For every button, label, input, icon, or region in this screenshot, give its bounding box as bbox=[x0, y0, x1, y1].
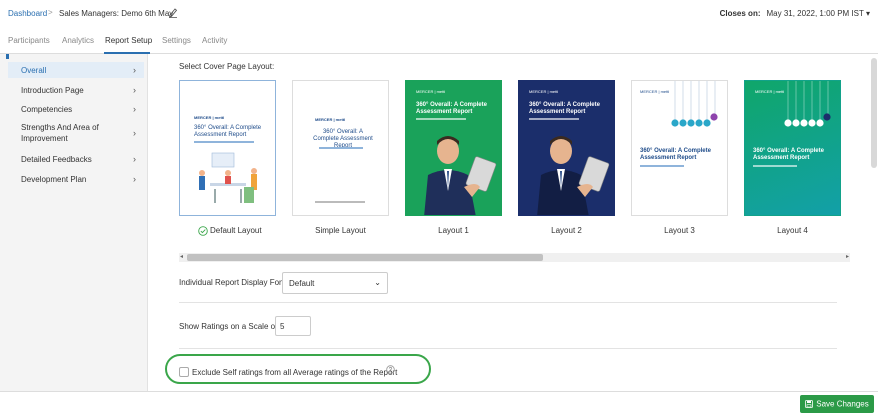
report-setup-panel: Select Cover Page Layout: MERCER | mettl… bbox=[162, 54, 852, 391]
layout-card-2[interactable]: MERCER | mettl 360° Overall: A Complete … bbox=[518, 80, 615, 216]
cover-subtitle-line bbox=[753, 165, 797, 167]
cover-logos: MERCER | mettl bbox=[640, 89, 670, 94]
scrollbar-thumb[interactable] bbox=[187, 254, 543, 261]
section-divider bbox=[179, 348, 837, 349]
cover-layout-label: Select Cover Page Layout: bbox=[179, 62, 275, 71]
exclude-self-ratings-checkbox[interactable] bbox=[179, 367, 189, 377]
chevron-right-icon: › bbox=[133, 65, 136, 75]
layout-card-3[interactable]: MERCER | mettl 360° Overall: A Complete … bbox=[631, 80, 728, 216]
closes-on-label: Closes on: bbox=[719, 9, 761, 18]
chevron-right-icon: › bbox=[133, 128, 136, 138]
closes-on-value: May 31, 2022, 1:00 PM IST bbox=[766, 9, 864, 18]
sidebar-item-label: Competencies bbox=[21, 105, 73, 114]
display-font-label: Individual Report Display Font: bbox=[179, 278, 288, 287]
layout-label-default: Default Layout bbox=[210, 226, 262, 235]
layout-label-3: Layout 3 bbox=[664, 226, 695, 235]
display-font-value: Default bbox=[289, 279, 315, 288]
chevron-right-icon: › bbox=[133, 174, 136, 184]
top-bar: Dashboard > Sales Managers: Demo 6th May… bbox=[0, 0, 878, 28]
cover-logos: MERCER | mettl bbox=[529, 89, 559, 94]
tab-activity[interactable]: Activity bbox=[202, 36, 227, 45]
tab-report-setup[interactable]: Report Setup bbox=[105, 36, 152, 45]
cover-title: 360° Overall: A Complete Assessment Repo… bbox=[640, 148, 711, 161]
sidebar-item-introduction-page[interactable]: Introduction Page › bbox=[8, 82, 144, 98]
report-sections-sidebar: Overall › Introduction Page › Competenci… bbox=[0, 54, 148, 391]
cover-subtitle-line bbox=[416, 118, 466, 120]
cover-title: 360° Overall: A Complete Assessment Repo… bbox=[194, 125, 262, 138]
cover-title: 360° Overall: A Complete Assessment Repo… bbox=[753, 148, 824, 161]
layout-label-simple: Simple Layout bbox=[315, 226, 366, 235]
layout-card-4[interactable]: MERCER | mettl 360° Overall: A Complete … bbox=[744, 80, 841, 216]
sidebar-item-detailed-feedbacks[interactable]: Detailed Feedbacks › bbox=[8, 151, 144, 167]
breadcrumb-separator: > bbox=[48, 8, 53, 17]
bottom-action-bar: Save Changes bbox=[0, 391, 878, 415]
tab-settings[interactable]: Settings bbox=[162, 36, 191, 45]
chevron-right-icon: › bbox=[133, 154, 136, 164]
businessman-photo-icon bbox=[537, 136, 610, 215]
sidebar-active-accent bbox=[6, 54, 9, 59]
tab-analytics[interactable]: Analytics bbox=[62, 36, 94, 45]
sidebar-item-label: Strengths And Area of Improvement bbox=[21, 123, 99, 143]
scroll-left-arrow-icon[interactable]: ◂ bbox=[180, 253, 183, 260]
save-changes-button[interactable]: Save Changes bbox=[800, 395, 874, 413]
layout-label-1: Layout 1 bbox=[438, 226, 469, 235]
rating-scale-input[interactable] bbox=[275, 316, 311, 336]
chevron-down-icon: ▾ bbox=[865, 9, 870, 18]
tab-bar: Participants Analytics Report Setup Sett… bbox=[0, 28, 878, 54]
pendulum-graphic-icon bbox=[671, 81, 718, 127]
businessman-photo-icon bbox=[424, 136, 497, 215]
sidebar-item-competencies[interactable]: Competencies › bbox=[8, 101, 144, 117]
floppy-disk-icon bbox=[805, 400, 814, 409]
sidebar-item-label: Development Plan bbox=[21, 175, 87, 184]
cover-subtitle-line bbox=[319, 147, 363, 149]
sidebar-item-label: Detailed Feedbacks bbox=[21, 155, 92, 164]
chevron-right-icon: › bbox=[133, 85, 136, 95]
cover-title: 360° Overall: A Complete Assessment Repo… bbox=[416, 102, 487, 115]
chevron-right-icon: › bbox=[133, 104, 136, 114]
cover-subtitle-line bbox=[194, 141, 254, 143]
tab-participants[interactable]: Participants bbox=[8, 36, 50, 45]
layout-card-default[interactable]: MERCER | mettl 360° Overall: A Complete … bbox=[179, 80, 276, 216]
section-divider bbox=[179, 302, 837, 303]
layout-label-4: Layout 4 bbox=[777, 226, 808, 235]
cover-logos: MERCER | mettl bbox=[416, 89, 446, 94]
breadcrumb-title: Sales Managers: Demo 6th May bbox=[59, 9, 174, 18]
layout-card-simple[interactable]: MERCER | mettl 360° Overall: A Complete … bbox=[292, 80, 389, 216]
pendulum-graphic-icon bbox=[784, 81, 831, 127]
scroll-right-arrow-icon[interactable]: ▸ bbox=[846, 253, 849, 260]
cover-title: 360° Overall: A Complete Assessment Repo… bbox=[529, 102, 600, 115]
cover-logos: MERCER | mettl bbox=[315, 117, 346, 122]
layout-card-1[interactable]: MERCER | mettl 360° Overall: A Complete … bbox=[405, 80, 502, 216]
cover-logos: MERCER | mettl bbox=[194, 115, 225, 120]
layout-label-2: Layout 2 bbox=[551, 226, 582, 235]
sidebar-item-label: Introduction Page bbox=[21, 86, 84, 95]
cover-subtitle-line bbox=[640, 165, 684, 167]
help-icon[interactable] bbox=[386, 365, 395, 374]
breadcrumb-dashboard-link[interactable]: Dashboard bbox=[8, 9, 47, 18]
sidebar-item-overall[interactable]: Overall › bbox=[8, 62, 144, 78]
sidebar-item-label: Overall bbox=[21, 66, 47, 75]
cover-footer-line bbox=[315, 201, 365, 203]
sidebar-item-development-plan[interactable]: Development Plan › bbox=[8, 171, 144, 187]
pencil-icon[interactable] bbox=[168, 6, 178, 18]
closes-on[interactable]: Closes on: May 31, 2022, 1:00 PM IST ▾ bbox=[720, 9, 870, 18]
page-vertical-scrollbar[interactable] bbox=[870, 54, 878, 391]
people-illustration-icon bbox=[199, 152, 257, 203]
save-changes-label: Save Changes bbox=[816, 399, 869, 409]
display-font-select[interactable]: Default ⌄ bbox=[282, 272, 388, 294]
cover-subtitle-line bbox=[529, 118, 579, 120]
scrollbar-thumb[interactable] bbox=[871, 58, 877, 168]
chevron-down-icon: ⌄ bbox=[374, 278, 381, 287]
sidebar-item-strengths[interactable]: Strengths And Area of Improvement › bbox=[8, 121, 144, 145]
rating-scale-label: Show Ratings on a Scale of: bbox=[179, 322, 280, 331]
layout-horizontal-scrollbar[interactable]: ◂ ▸ bbox=[179, 253, 850, 262]
cover-logos: MERCER | mettl bbox=[755, 89, 785, 94]
exclude-self-ratings-label[interactable]: Exclude Self ratings from all Average ra… bbox=[192, 368, 397, 377]
